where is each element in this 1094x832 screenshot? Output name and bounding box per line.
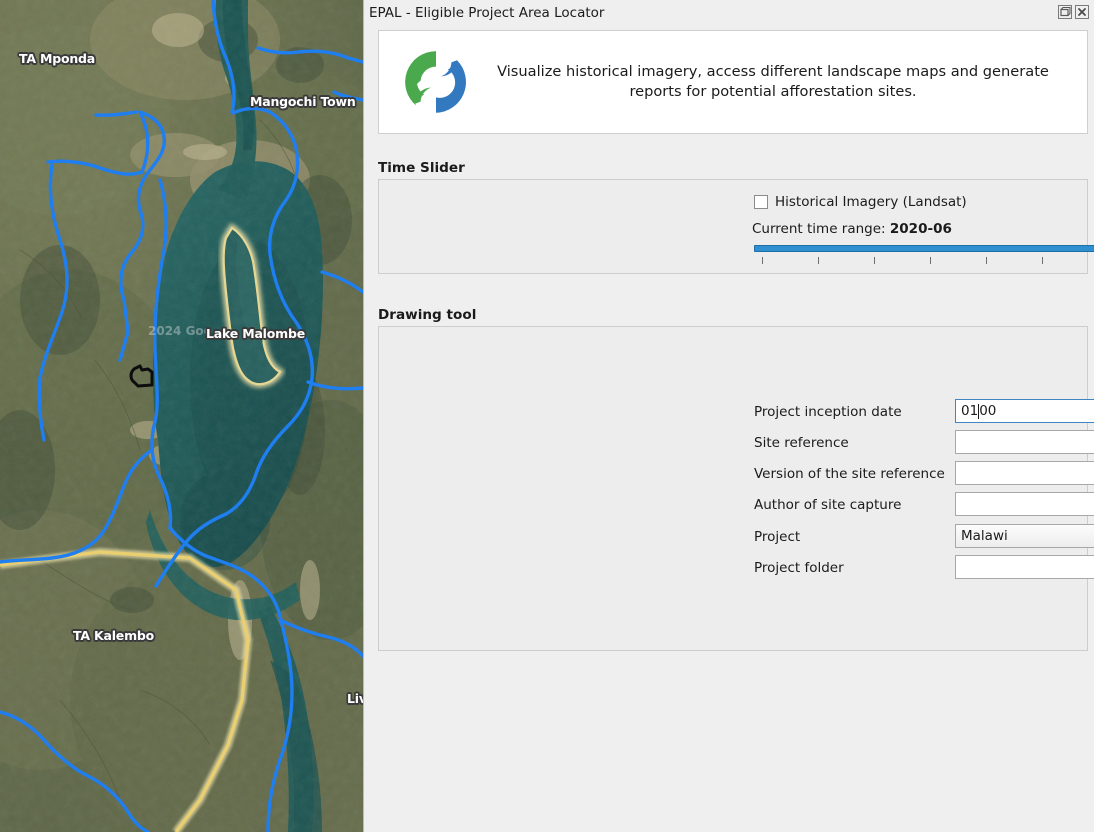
version-of-site-reference-input[interactable] (955, 461, 1094, 485)
project-select-value: Malawi (961, 528, 1008, 544)
current-time-range-value: 2020-06 (889, 221, 952, 237)
author-of-site-capture-label: Author of site capture (754, 497, 902, 513)
epal-logo (405, 51, 466, 113)
historical-imagery-checkbox[interactable] (754, 195, 768, 209)
slider-tick (818, 257, 819, 264)
titlebar-buttons (1058, 5, 1089, 19)
epal-dock-panel: EPAL - Eligible Project Area Locator Vis… (364, 0, 1094, 832)
project-inception-date-input[interactable]: 01 00 (955, 399, 1094, 423)
banner-text: Visualize historical imagery, access dif… (497, 63, 1049, 100)
current-time-range-prefix: Current time range: (752, 221, 890, 237)
float-icon[interactable] (1058, 5, 1072, 19)
panel-titlebar[interactable]: EPAL - Eligible Project Area Locator (364, 0, 1094, 28)
drawing-tool-heading: Drawing tool (378, 307, 477, 323)
panel-title: EPAL - Eligible Project Area Locator (369, 5, 605, 21)
map-canvas-pane[interactable]: 2024 Goo TA Mponda Mangochi Town Lake Ma… (0, 0, 363, 832)
project-folder-label: Project folder (754, 560, 844, 576)
time-slider-heading: Time Slider (378, 160, 465, 176)
slider-tick (930, 257, 931, 264)
inception-date-value-after-caret: 00 (979, 403, 997, 419)
info-banner: Visualize historical imagery, access dif… (378, 30, 1088, 134)
site-reference-input[interactable] (955, 430, 1094, 454)
version-of-site-reference-label: Version of the site reference (754, 466, 945, 482)
inception-date-value-before-caret: 01 (961, 403, 979, 419)
time-slider-control[interactable] (754, 243, 1094, 269)
slider-tick (986, 257, 987, 264)
close-icon[interactable] (1075, 5, 1089, 19)
project-inception-date-label: Project inception date (754, 404, 902, 420)
slider-tick (874, 257, 875, 264)
satellite-map[interactable] (0, 0, 363, 832)
app-root: 2024 Goo TA Mponda Mangochi Town Lake Ma… (0, 0, 1094, 832)
site-reference-label: Site reference (754, 435, 849, 451)
slider-tick (762, 257, 763, 264)
slider-tick (1042, 257, 1043, 264)
author-of-site-capture-input[interactable] (955, 492, 1094, 516)
project-label: Project (754, 529, 801, 545)
current-time-range: Current time range: 2020-06 (752, 221, 952, 237)
historical-imagery-checkbox-row[interactable]: Historical Imagery (Landsat) (754, 194, 967, 210)
drawing-tool-group (378, 326, 1088, 651)
historical-imagery-label: Historical Imagery (Landsat) (775, 194, 967, 210)
project-select[interactable]: Malawi (955, 524, 1094, 548)
time-slider-groove[interactable] (754, 245, 1094, 252)
project-folder-input[interactable] (955, 555, 1094, 579)
